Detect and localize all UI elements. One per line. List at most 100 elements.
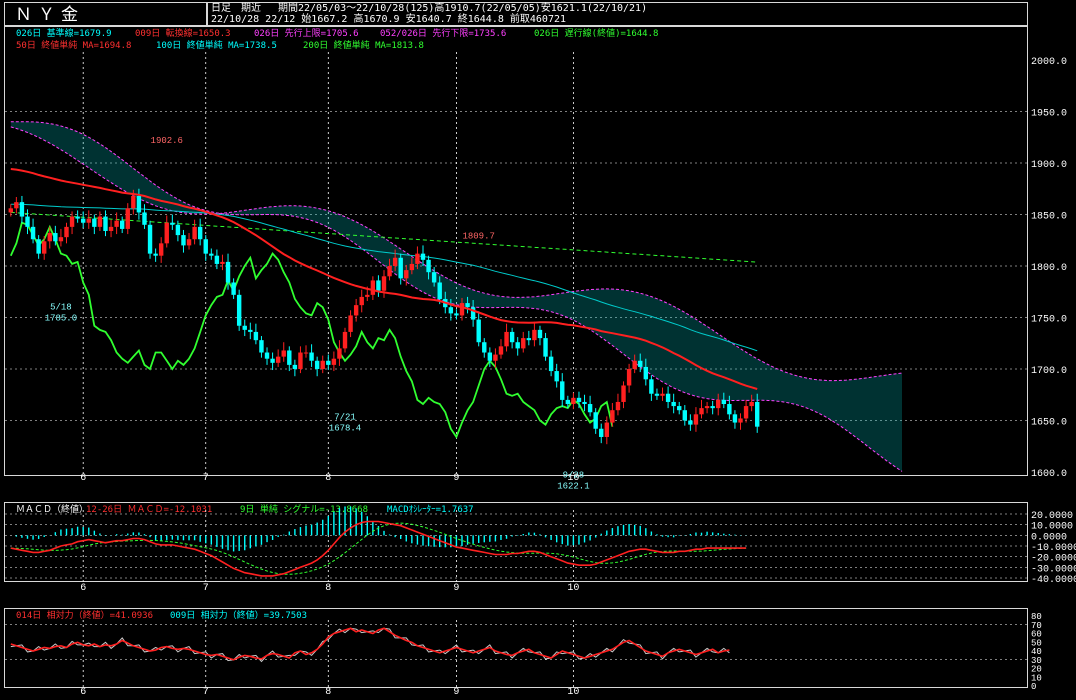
- y-tick-label: 1750.0: [1031, 315, 1067, 326]
- candle-body: [398, 257, 403, 279]
- candle-body: [532, 329, 537, 341]
- chikou-line: [9, 221, 614, 439]
- candle-body: [214, 255, 220, 264]
- candle-body: [248, 329, 253, 332]
- candle-body: [81, 218, 86, 223]
- candle-body: [643, 366, 649, 380]
- price-annotation-sub: 1678.4: [329, 424, 361, 434]
- candle-body: [415, 253, 420, 264]
- x-month-label: 9: [453, 583, 459, 594]
- grid-lines: [5, 52, 1027, 688]
- candle-body: [309, 352, 314, 361]
- price-annotation-sub: 1785.0: [45, 313, 77, 323]
- macd-tick-label: -10.0000: [1031, 543, 1076, 554]
- price-annotation: 7/21: [334, 413, 356, 423]
- candle-body: [370, 280, 376, 295]
- x-month-label: 8: [325, 473, 331, 484]
- candle-body: [554, 371, 559, 382]
- candle-body: [454, 313, 459, 316]
- candle-body: [677, 406, 682, 411]
- candle-body: [220, 261, 225, 264]
- candle-body: [337, 348, 342, 359]
- candle-body: [498, 346, 504, 355]
- candle-body: [693, 414, 699, 425]
- candle-body: [103, 216, 108, 231]
- candle-body: [125, 208, 130, 229]
- candle-body: [242, 325, 247, 330]
- candle-body: [292, 364, 298, 369]
- x-month-label: 7: [203, 583, 209, 594]
- candle-body: [420, 253, 426, 260]
- candle-body: [509, 331, 515, 343]
- candle-body: [599, 428, 604, 437]
- candle-body: [108, 226, 114, 231]
- candle-body: [36, 239, 41, 254]
- candle-body: [58, 237, 64, 242]
- x-month-label: 8: [325, 687, 331, 698]
- candle-body: [353, 305, 359, 316]
- candle-body: [755, 401, 760, 427]
- candle-body: [638, 360, 643, 367]
- candle-body: [264, 352, 270, 359]
- candle-body: [543, 338, 548, 357]
- candle-body: [560, 381, 565, 400]
- candle-body: [493, 354, 498, 361]
- candle-body: [482, 342, 487, 353]
- candle-body: [626, 369, 632, 386]
- candle-body: [465, 303, 470, 308]
- candle-body: [409, 263, 415, 271]
- candle-body: [231, 282, 236, 295]
- macd-tick-label: 0.0000: [1031, 532, 1067, 543]
- candle-body: [537, 329, 543, 339]
- candle-body: [654, 393, 660, 396]
- y-tick-label: 1700.0: [1031, 366, 1067, 377]
- y-tick-label: 1650.0: [1031, 418, 1067, 429]
- candle-body: [25, 216, 30, 227]
- candle-body: [359, 296, 364, 306]
- candle-body: [716, 399, 721, 409]
- candle-body: [604, 422, 610, 437]
- candle-body: [19, 202, 25, 217]
- candle-body: [47, 233, 52, 242]
- candle-body: [158, 243, 164, 256]
- candle-body: [270, 358, 275, 363]
- candle-body: [8, 208, 13, 213]
- candle-body: [30, 226, 36, 240]
- candle-body: [610, 410, 615, 423]
- candle-body: [75, 216, 80, 219]
- candle-body: [86, 218, 91, 223]
- candle-body: [576, 397, 582, 402]
- x-month-label: 9: [453, 687, 459, 698]
- candle-body: [526, 338, 532, 341]
- macd-tick-label: -40.0000: [1031, 575, 1076, 586]
- candle-body: [287, 350, 292, 365]
- candle-body: [225, 261, 231, 283]
- candle-body: [142, 212, 147, 225]
- candle-body: [587, 404, 593, 413]
- candle-body: [365, 294, 370, 297]
- candle-body: [571, 397, 576, 405]
- candle-body: [448, 307, 454, 314]
- y-tick-label: 1950.0: [1031, 109, 1067, 120]
- macd-tick-label: 20.0000: [1031, 511, 1073, 522]
- y-tick-label: 1600.0: [1031, 469, 1067, 480]
- x-month-label: 9: [453, 473, 459, 484]
- candle-body: [119, 220, 125, 229]
- candle-body: [92, 218, 97, 227]
- candle-body: [565, 399, 571, 405]
- candle-body: [303, 352, 309, 354]
- candle-body: [342, 331, 348, 349]
- candle-body: [621, 385, 626, 402]
- y-tick-label: 1900.0: [1031, 160, 1067, 171]
- candle-body: [710, 406, 715, 409]
- candle-body: [298, 352, 303, 369]
- candle-body: [437, 282, 442, 299]
- candle-body: [392, 257, 398, 266]
- candle-body: [381, 276, 387, 291]
- price-annotation: 5/18: [50, 302, 72, 312]
- y-tick-label: 1800.0: [1031, 263, 1067, 274]
- candle-body: [203, 239, 208, 254]
- candle-body: [326, 360, 331, 365]
- x-month-label: 6: [80, 687, 86, 698]
- candle-body: [704, 406, 710, 409]
